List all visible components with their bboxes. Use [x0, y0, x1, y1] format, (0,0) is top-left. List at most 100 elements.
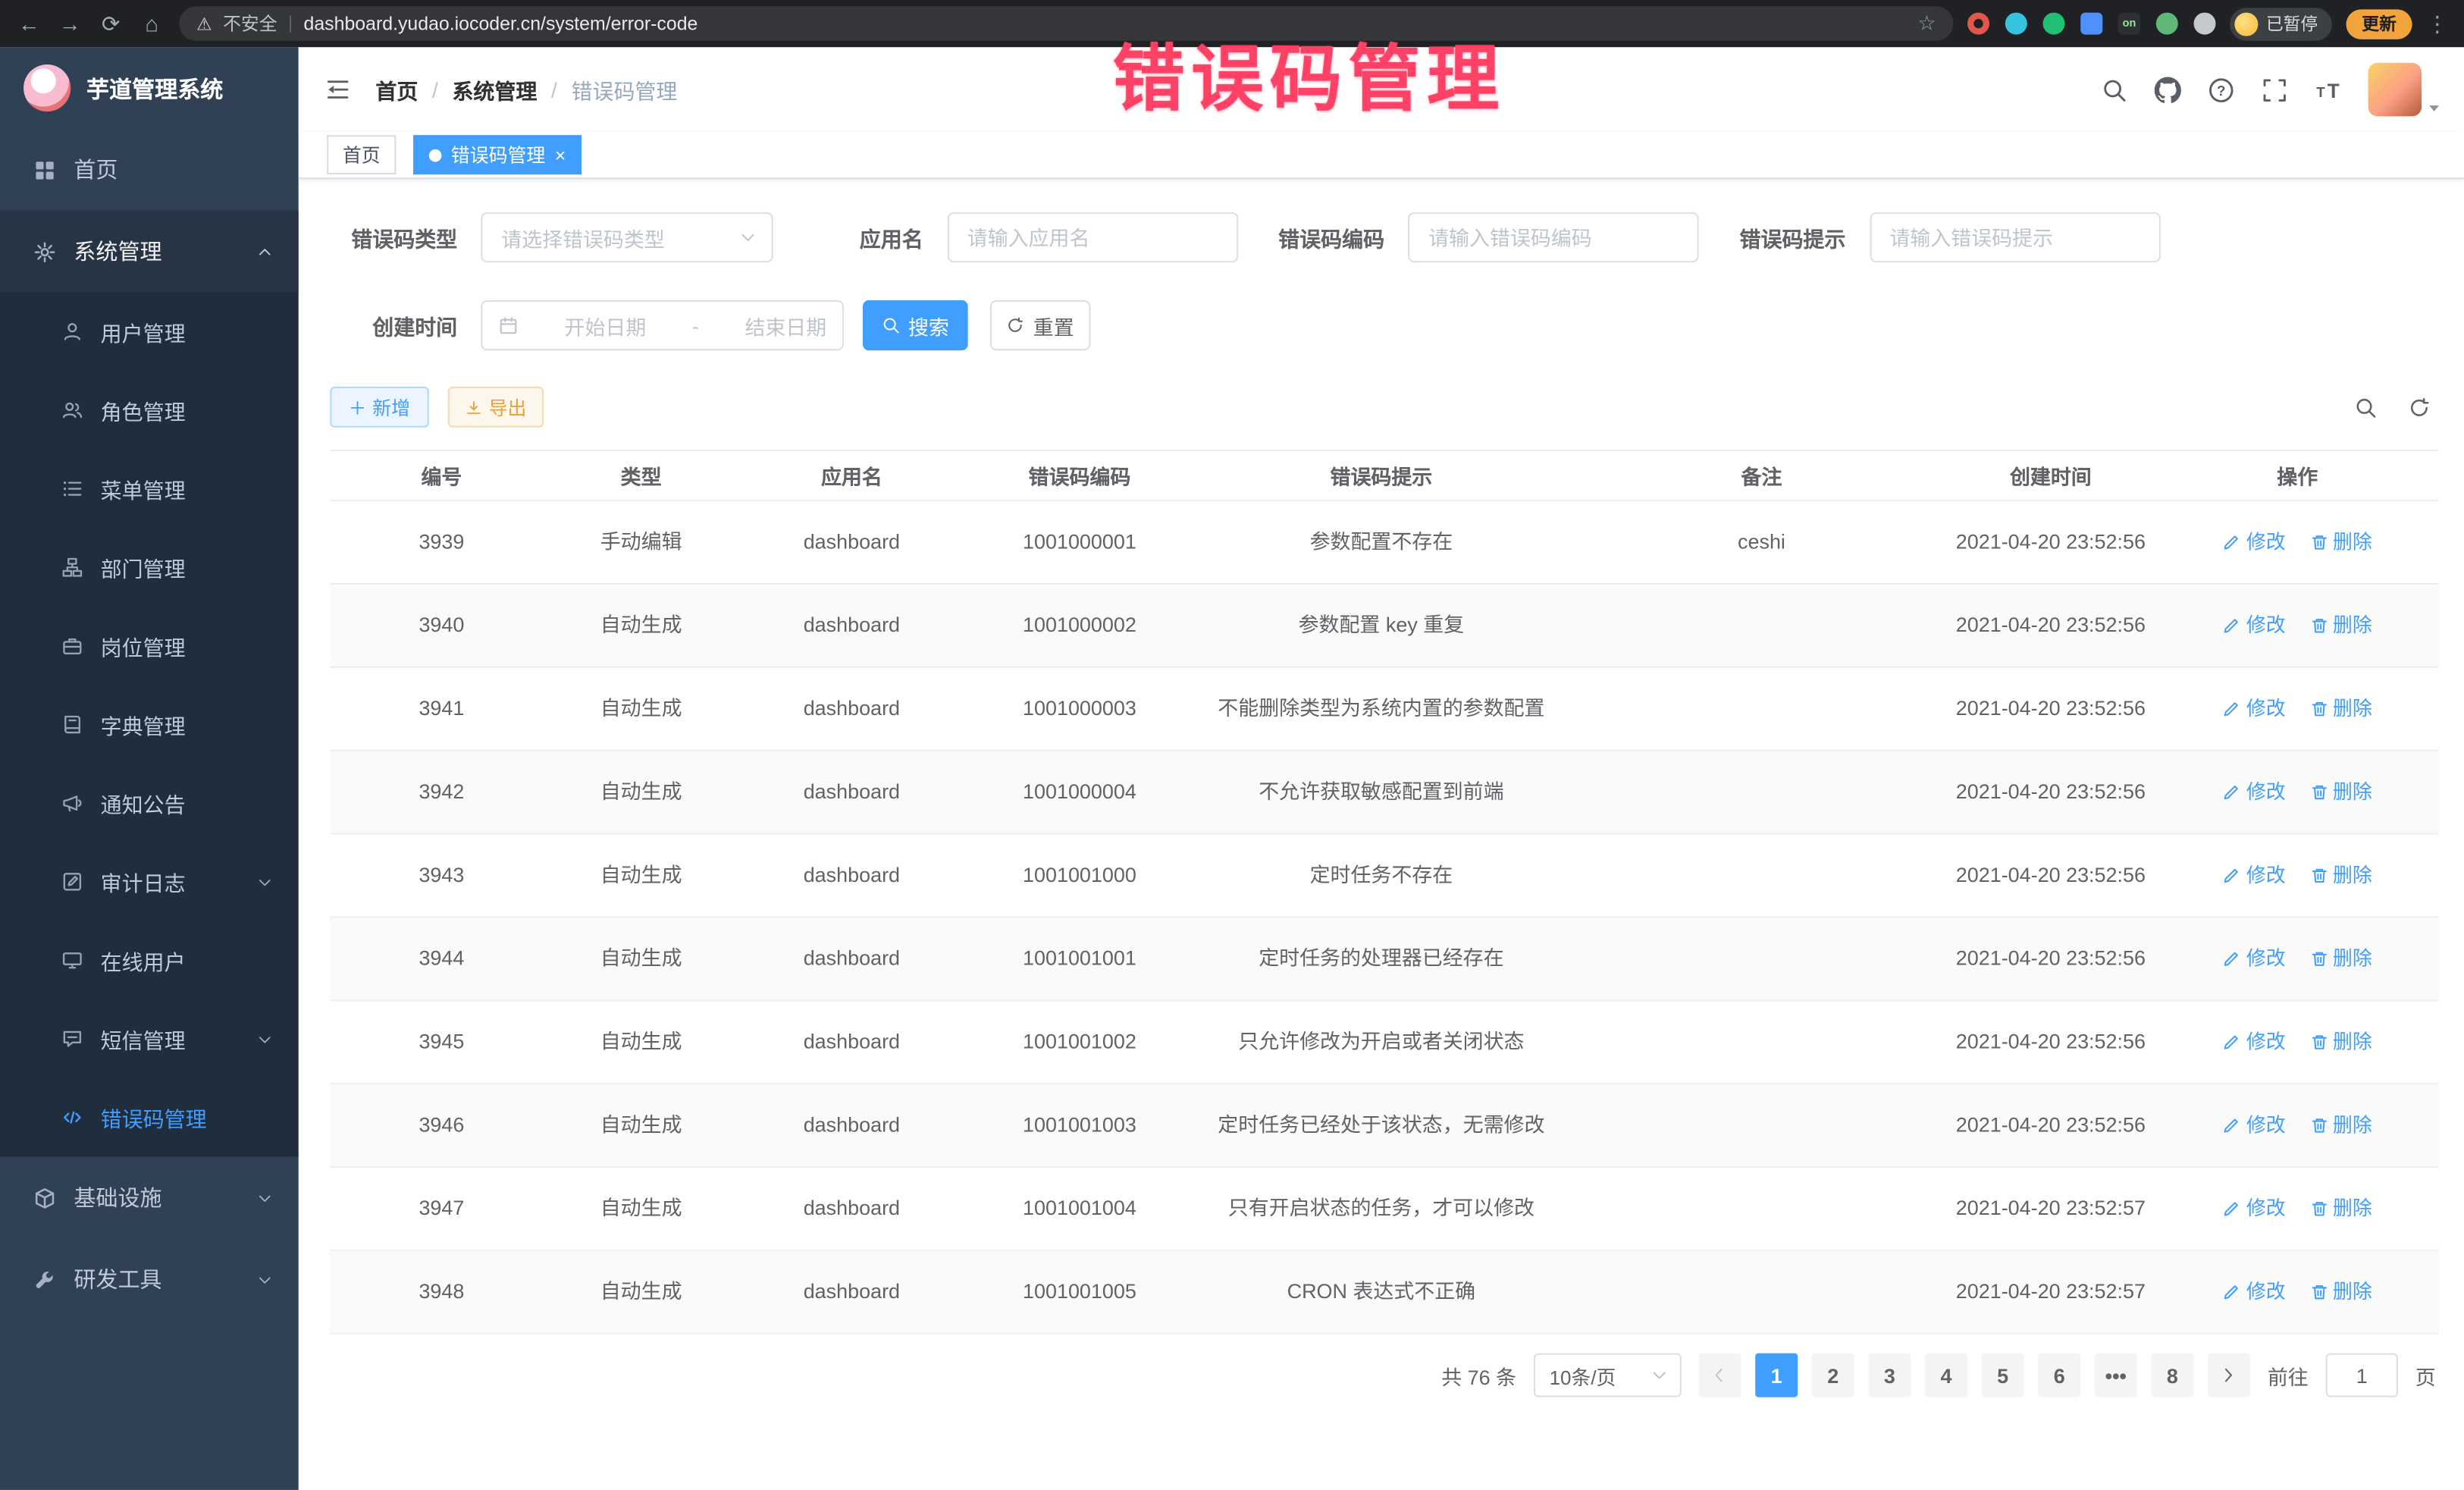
user-menu[interactable]	[2368, 63, 2442, 116]
sidebar-item-position-management[interactable]: 岗位管理	[0, 607, 299, 685]
page-ellipsis-button[interactable]: •••	[2095, 1354, 2137, 1397]
extension-icon-proxy-on[interactable]: on	[2118, 13, 2140, 35]
table-row[interactable]: 3948 自动生成 dashboard 1001001005 CRON 表达式不…	[330, 1251, 2439, 1335]
error-message-input[interactable]	[1869, 212, 2159, 262]
app-logo[interactable]: 芋道管理系统	[0, 47, 299, 129]
sidebar-item-menu-management[interactable]: 菜单管理	[0, 450, 299, 529]
search-icon[interactable]	[2101, 77, 2127, 103]
table-row[interactable]: 3944 自动生成 dashboard 1001001001 定时任务的处理器已…	[330, 918, 2439, 1001]
browser-update-button[interactable]: 更新	[2346, 8, 2412, 38]
table-row[interactable]: 3945 自动生成 dashboard 1001001002 只允许修改为开启或…	[330, 1001, 2439, 1084]
reset-button[interactable]: 重置	[990, 300, 1091, 350]
browser-forward-icon[interactable]: →	[57, 11, 83, 36]
extension-icon-leaf[interactable]	[2156, 13, 2178, 35]
date-range-picker[interactable]: 开始日期 - 结束日期	[481, 300, 844, 350]
edit-link[interactable]: 修改	[2223, 946, 2286, 972]
export-button[interactable]: 导出	[448, 387, 544, 428]
edit-link[interactable]: 修改	[2223, 1278, 2286, 1305]
page-button-1[interactable]: 1	[1755, 1354, 1798, 1397]
delete-link[interactable]: 删除	[2309, 946, 2372, 972]
fullscreen-icon[interactable]	[2262, 77, 2288, 103]
table-row[interactable]: 3942 自动生成 dashboard 1001000004 不允许获取敏感配置…	[330, 751, 2439, 835]
sidebar-item-error-code-management[interactable]: 错误码管理	[0, 1078, 299, 1157]
edit-link[interactable]: 修改	[2223, 529, 2286, 556]
sidebar-item-user-management[interactable]: 用户管理	[0, 293, 299, 372]
delete-link[interactable]: 删除	[2309, 695, 2372, 722]
sidebar-item-infrastructure[interactable]: 基础设施	[0, 1157, 299, 1239]
edit-link[interactable]: 修改	[2223, 862, 2286, 889]
delete-link[interactable]: 删除	[2309, 529, 2372, 556]
edit-link[interactable]: 修改	[2223, 695, 2286, 722]
page-button-4[interactable]: 4	[1925, 1354, 1967, 1397]
table-row[interactable]: 3943 自动生成 dashboard 1001001000 定时任务不存在 2…	[330, 835, 2439, 918]
page-button-2[interactable]: 2	[1812, 1354, 1854, 1397]
toggle-search-icon[interactable]	[2354, 395, 2378, 419]
breadcrumb-item-home[interactable]: 首页	[375, 74, 418, 105]
page-button-8[interactable]: 8	[2151, 1354, 2193, 1397]
page-size-select[interactable]: 10条/页	[1534, 1354, 1682, 1397]
tab-error-code-management[interactable]: 错误码管理 ×	[413, 135, 582, 174]
page-button-3[interactable]: 3	[1868, 1354, 1911, 1397]
github-icon[interactable]	[2155, 77, 2181, 103]
error-code-input[interactable]	[1408, 212, 1698, 262]
extension-icon-blue-grid[interactable]	[2080, 13, 2102, 35]
breadcrumb-item-system[interactable]: 系统管理	[452, 74, 537, 105]
sidebar-item-sms-management[interactable]: 短信管理	[0, 999, 299, 1078]
sidebar-item-audit-log[interactable]: 审计日志	[0, 842, 299, 921]
bookmark-star-icon[interactable]: ☆	[1917, 11, 1936, 36]
edit-link[interactable]: 修改	[2223, 1195, 2286, 1222]
browser-reload-icon[interactable]: ⟳	[98, 10, 124, 36]
table-row[interactable]: 3939 手动编辑 dashboard 1001000001 参数配置不存在 c…	[330, 501, 2439, 585]
tab-home[interactable]: 首页	[327, 135, 396, 174]
search-button[interactable]: 搜索	[863, 300, 968, 350]
sidebar-item-dictionary-management[interactable]: 字典管理	[0, 685, 299, 764]
page-button-6[interactable]: 6	[2038, 1354, 2080, 1397]
next-page-button[interactable]	[2208, 1354, 2250, 1397]
table-row[interactable]: 3941 自动生成 dashboard 1001000003 不能删除类型为系统…	[330, 668, 2439, 751]
edit-link[interactable]: 修改	[2223, 1112, 2286, 1139]
goto-page-input[interactable]	[2326, 1354, 2398, 1397]
browser-menu-icon[interactable]: ⋮	[2426, 10, 2448, 36]
help-icon[interactable]: ?	[2208, 77, 2234, 103]
extension-icon-green[interactable]	[2043, 13, 2065, 35]
cell-type: 手动编辑	[553, 529, 729, 556]
browser-profile-button[interactable]: 已暂停	[2230, 7, 2332, 40]
tab-close-icon[interactable]: ×	[555, 146, 566, 165]
sidebar-item-department-management[interactable]: 部门管理	[0, 528, 299, 607]
security-label[interactable]: 不安全	[223, 11, 277, 36]
error-type-select[interactable]: 请选择错误码类型	[481, 212, 773, 262]
font-size-icon[interactable]: TT	[2315, 77, 2341, 103]
sidebar-item-role-management[interactable]: 角色管理	[0, 371, 299, 450]
sidebar-item-online-users[interactable]: 在线用户	[0, 921, 299, 1000]
extension-icon-pin[interactable]	[2193, 13, 2215, 35]
refresh-icon[interactable]	[2407, 395, 2431, 419]
app-name-input[interactable]	[947, 212, 1237, 262]
prev-page-button[interactable]	[1699, 1354, 1741, 1397]
delete-link[interactable]: 删除	[2309, 1195, 2372, 1222]
extension-icon-teal[interactable]	[2005, 13, 2027, 35]
sidebar-item-system-management[interactable]: 系统管理	[0, 211, 299, 293]
address-bar[interactable]: ⚠ 不安全 | dashboard.yudao.iocoder.cn/syste…	[179, 6, 1953, 41]
edit-link[interactable]: 修改	[2223, 1029, 2286, 1056]
sidebar-item-dev-tools[interactable]: 研发工具	[0, 1238, 299, 1320]
page-button-5[interactable]: 5	[1982, 1354, 2024, 1397]
delete-link[interactable]: 删除	[2309, 862, 2372, 889]
extension-icon-red-ring[interactable]	[1967, 13, 1989, 35]
sidebar-toggle-icon[interactable]	[324, 77, 352, 102]
browser-back-icon[interactable]: ←	[16, 11, 42, 36]
table-row[interactable]: 3940 自动生成 dashboard 1001000002 参数配置 key …	[330, 585, 2439, 668]
delete-link[interactable]: 删除	[2309, 1112, 2372, 1139]
browser-home-icon[interactable]: ⌂	[138, 11, 165, 36]
add-button[interactable]: 新增	[330, 387, 429, 428]
edit-link[interactable]: 修改	[2223, 779, 2286, 805]
delete-link[interactable]: 删除	[2309, 1278, 2372, 1305]
edit-link[interactable]: 修改	[2223, 612, 2286, 638]
delete-link[interactable]: 删除	[2309, 612, 2372, 638]
table-row[interactable]: 3947 自动生成 dashboard 1001001004 只有开启状态的任务…	[330, 1168, 2439, 1251]
delete-link[interactable]: 删除	[2309, 779, 2372, 805]
sidebar-item-home[interactable]: 首页	[0, 129, 299, 211]
url-text[interactable]: dashboard.yudao.iocoder.cn/system/error-…	[304, 13, 698, 35]
delete-link[interactable]: 删除	[2309, 1029, 2372, 1056]
table-row[interactable]: 3946 自动生成 dashboard 1001001003 定时任务已经处于该…	[330, 1084, 2439, 1168]
sidebar-item-notice-announcement[interactable]: 通知公告	[0, 764, 299, 842]
